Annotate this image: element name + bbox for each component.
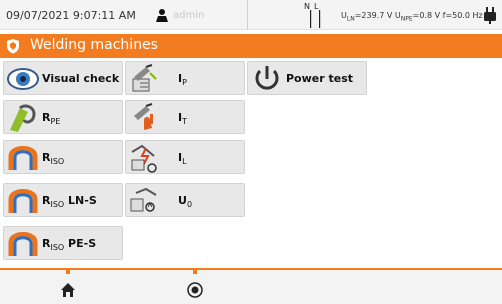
welder-probe-icon xyxy=(132,64,157,92)
il-label: IL xyxy=(178,151,187,167)
status-bar: 09/07/2021 9:07:11 AM admin N L ULN=239.… xyxy=(0,0,502,30)
riso-ln-s-label: RISO LN-S xyxy=(42,194,97,210)
clamp-icon xyxy=(10,104,36,132)
menu-circle-icon xyxy=(187,282,203,298)
title-bar: Welding machines xyxy=(0,34,502,58)
shield-icon xyxy=(7,39,19,54)
il-button[interactable]: IL xyxy=(125,140,245,174)
riso-pe-s-button[interactable]: RISO PE-S xyxy=(3,226,123,260)
status-divider xyxy=(247,0,248,30)
insulation-icon xyxy=(8,146,38,170)
rpe-label: RPE xyxy=(42,111,61,127)
ip-label: IP xyxy=(178,72,187,88)
rpe-button[interactable]: RPE xyxy=(3,100,123,134)
measurement-readout: ULN=239.7 V UNPE=0.8 V f=50.0 Hz xyxy=(341,11,483,23)
voltage-icon xyxy=(130,187,157,212)
plug-icon xyxy=(484,7,496,24)
power-icon xyxy=(255,66,279,90)
riso-label: RISO xyxy=(42,151,65,167)
riso-ln-s-button[interactable]: RISO LN-S xyxy=(3,183,123,217)
visual-check-button[interactable]: Visual check xyxy=(3,61,123,95)
power-test-button[interactable]: Power test xyxy=(247,61,367,95)
bottom-bar xyxy=(0,268,502,304)
page-title: Welding machines xyxy=(30,37,158,53)
riso-pe-s-label: RISO PE-S xyxy=(42,237,97,253)
nl-bars-icon xyxy=(310,10,321,28)
eye-icon xyxy=(7,68,39,90)
u0-label: U0 xyxy=(178,194,193,210)
it-label: IT xyxy=(178,111,187,127)
power-test-label: Power test xyxy=(286,72,354,85)
home-icon xyxy=(61,283,75,297)
ip-button[interactable]: IP xyxy=(125,61,245,95)
user-name: admin xyxy=(173,10,205,21)
welder-hand-icon xyxy=(134,103,153,130)
u0-button[interactable]: U0 xyxy=(125,183,245,217)
insulation-icon xyxy=(8,189,38,213)
riso-button[interactable]: RISO xyxy=(3,140,123,174)
insulation-icon xyxy=(8,232,38,256)
leakage-icon xyxy=(131,144,157,173)
it-button[interactable]: IT xyxy=(125,100,245,134)
visual-check-label: Visual check xyxy=(42,72,120,85)
datetime: 09/07/2021 9:07:11 AM xyxy=(6,9,136,22)
user-icon xyxy=(156,9,168,22)
nl-indicator: N L xyxy=(304,2,324,28)
